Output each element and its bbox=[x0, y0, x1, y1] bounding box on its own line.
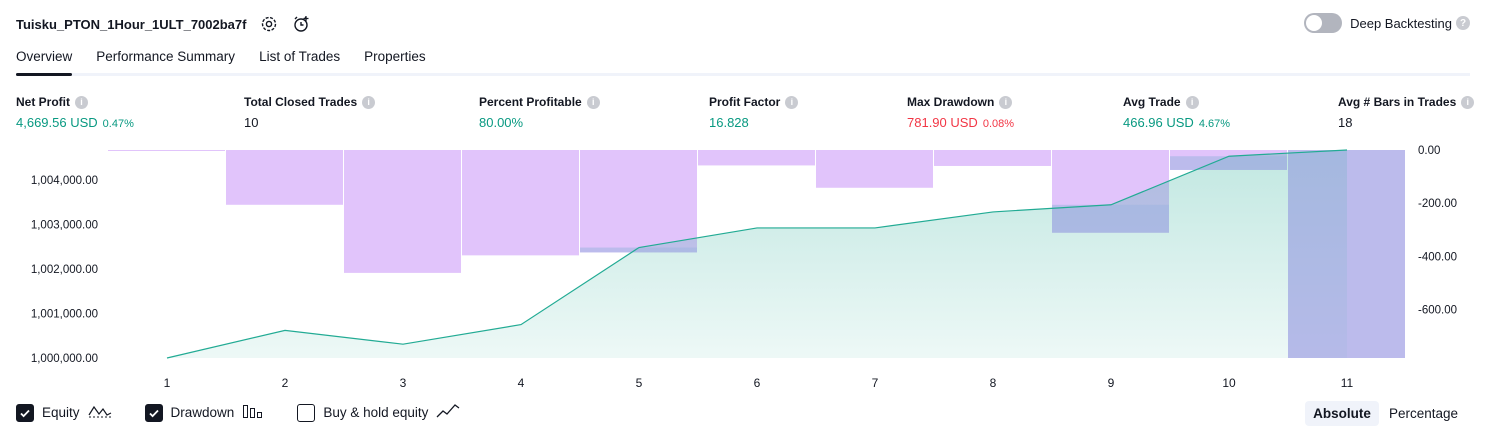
left-axis-tick-label: 1,000,000.00 bbox=[31, 353, 98, 365]
metric-label: Percent Profitable bbox=[479, 95, 582, 109]
drawdown-toggle[interactable]: Drawdown bbox=[144, 403, 265, 422]
chart-series-toggles: Equity Drawdown Buy & hold equity bbox=[16, 403, 493, 422]
drawdown-overlap bbox=[1052, 204, 1169, 233]
metric-avg-bars-in-trades: Avg # Bars in Trades i 18 bbox=[1338, 94, 1475, 130]
metric-label: Profit Factor bbox=[709, 95, 781, 109]
right-axis-tick-label: -600.00 bbox=[1418, 305, 1457, 317]
metric-value: 10 bbox=[244, 115, 259, 130]
x-axis-tick-label: 5 bbox=[636, 376, 643, 390]
metric-total-closed-trades: Total Closed Trades i 10 bbox=[244, 94, 376, 130]
x-axis-tick-label: 2 bbox=[282, 376, 289, 390]
metric-net-profit: Net Profit i 4,669.56 USD 0.47% bbox=[16, 94, 134, 130]
buy-hold-equity-toggle[interactable]: Buy & hold equity bbox=[297, 403, 460, 422]
drawdown-bar bbox=[226, 150, 343, 205]
x-axis-tick-label: 1 bbox=[164, 376, 171, 390]
equity-drawdown-chart[interactable]: 1,000,000.00 1,001,000.00 1,002,000.00 1,00… bbox=[0, 140, 1486, 396]
deep-backtesting: Deep Backtesting ? bbox=[1304, 13, 1470, 33]
buy-hold-line-icon bbox=[436, 403, 460, 422]
scale-mode-switch: Absolute Percentage bbox=[1303, 401, 1466, 426]
metric-label: Total Closed Trades bbox=[244, 95, 358, 109]
metric-label: Avg # Bars in Trades bbox=[1338, 95, 1457, 109]
percentage-button[interactable]: Percentage bbox=[1381, 401, 1466, 426]
buy-hold-equity-label: Buy & hold equity bbox=[323, 405, 429, 420]
metric-label: Net Profit bbox=[16, 95, 70, 109]
toggle-knob bbox=[1306, 15, 1323, 31]
x-axis-tick-label: 6 bbox=[754, 376, 761, 390]
strategy-name: Tuisku_PTON_1Hour_1ULT_7002ba7f bbox=[16, 16, 247, 32]
metric-label: Max Drawdown bbox=[907, 95, 995, 109]
drawdown-overlap bbox=[1288, 150, 1405, 358]
help-icon[interactable]: ? bbox=[1456, 16, 1470, 30]
x-axis-tick-label: 10 bbox=[1222, 376, 1236, 390]
drawdown-bar bbox=[462, 150, 579, 256]
left-axis-tick-label: 1,001,000.00 bbox=[31, 308, 98, 320]
settings-icon[interactable] bbox=[260, 15, 278, 33]
metric-max-drawdown: Max Drawdown i 781.90 USD 0.08% bbox=[907, 94, 1014, 130]
metric-percent: 4.67% bbox=[1198, 118, 1231, 130]
metric-percent: 0.47% bbox=[102, 118, 134, 130]
drawdown-bar bbox=[934, 150, 1051, 166]
left-axis-tick-label: 1,004,000.00 bbox=[31, 175, 98, 187]
deep-backtesting-toggle[interactable] bbox=[1304, 13, 1343, 33]
report-tabs: Overview Performance Summary List of Tra… bbox=[16, 46, 1470, 76]
report-header: Tuisku_PTON_1Hour_1ULT_7002ba7f bbox=[16, 12, 310, 36]
drawdown-bar bbox=[580, 150, 697, 253]
x-axis-tick-label: 11 bbox=[1341, 376, 1354, 390]
equity-label: Equity bbox=[42, 405, 80, 420]
drawdown-bar bbox=[816, 150, 933, 188]
info-icon[interactable]: i bbox=[1185, 95, 1199, 109]
drawdown-bar bbox=[108, 150, 225, 151]
x-axis-tick-label: 3 bbox=[400, 376, 407, 390]
tab-overview[interactable]: Overview bbox=[16, 46, 73, 76]
absolute-button[interactable]: Absolute bbox=[1305, 401, 1379, 426]
info-icon[interactable]: i bbox=[75, 95, 88, 109]
metric-percent-profitable: Percent Profitable i 80.00% bbox=[479, 94, 600, 130]
equity-line-icon bbox=[88, 403, 112, 422]
metric-value: 80.00% bbox=[479, 115, 524, 130]
drawdown-overlap bbox=[1170, 156, 1287, 170]
buy-hold-equity-checkbox[interactable] bbox=[297, 403, 316, 422]
right-axis-tick-label: -400.00 bbox=[1418, 251, 1457, 263]
info-icon[interactable]: i bbox=[785, 95, 799, 109]
left-axis-tick-label: 1,002,000.00 bbox=[31, 264, 98, 276]
drawdown-label: Drawdown bbox=[170, 405, 235, 420]
x-axis-tick-label: 7 bbox=[872, 376, 879, 390]
info-icon[interactable]: i bbox=[999, 95, 1013, 109]
metric-value: 781.90 USD bbox=[907, 115, 978, 130]
drawdown-bar bbox=[698, 150, 815, 166]
metric-profit-factor: Profit Factor i 16.828 bbox=[709, 94, 799, 130]
info-icon[interactable]: i bbox=[1461, 95, 1475, 109]
metric-value: 4,669.56 USD bbox=[16, 115, 98, 130]
x-axis-tick-label: 4 bbox=[518, 376, 525, 390]
info-icon[interactable]: i bbox=[362, 95, 376, 109]
metric-value: 18 bbox=[1338, 115, 1353, 130]
metric-value: 466.96 USD bbox=[1123, 115, 1194, 130]
left-axis-tick-label: 1,003,000.00 bbox=[31, 219, 98, 231]
metric-percent: 0.08% bbox=[982, 118, 1015, 130]
x-axis-tick-label: 9 bbox=[1108, 376, 1115, 390]
tab-properties[interactable]: Properties bbox=[364, 46, 426, 73]
right-axis-tick-label: -200.00 bbox=[1418, 198, 1457, 210]
tab-performance-summary[interactable]: Performance Summary bbox=[96, 46, 235, 73]
drawdown-bars-icon bbox=[242, 403, 264, 422]
drawdown-checkbox[interactable] bbox=[144, 403, 163, 422]
metric-label: Avg Trade bbox=[1123, 95, 1181, 109]
equity-toggle[interactable]: Equity bbox=[16, 403, 112, 422]
equity-checkbox[interactable] bbox=[16, 403, 34, 422]
drawdown-bar bbox=[344, 150, 461, 273]
deep-backtesting-label: Deep Backtesting bbox=[1350, 15, 1452, 31]
metric-avg-trade: Avg Trade i 466.96 USD 4.67% bbox=[1123, 94, 1230, 130]
info-icon[interactable]: i bbox=[586, 95, 600, 109]
metric-value: 16.828 bbox=[709, 115, 749, 130]
x-axis-tick-label: 8 bbox=[990, 376, 997, 390]
add-alert-icon[interactable] bbox=[292, 15, 310, 33]
tab-list-of-trades[interactable]: List of Trades bbox=[259, 46, 340, 73]
right-axis-tick-label: 0.00 bbox=[1418, 145, 1440, 157]
